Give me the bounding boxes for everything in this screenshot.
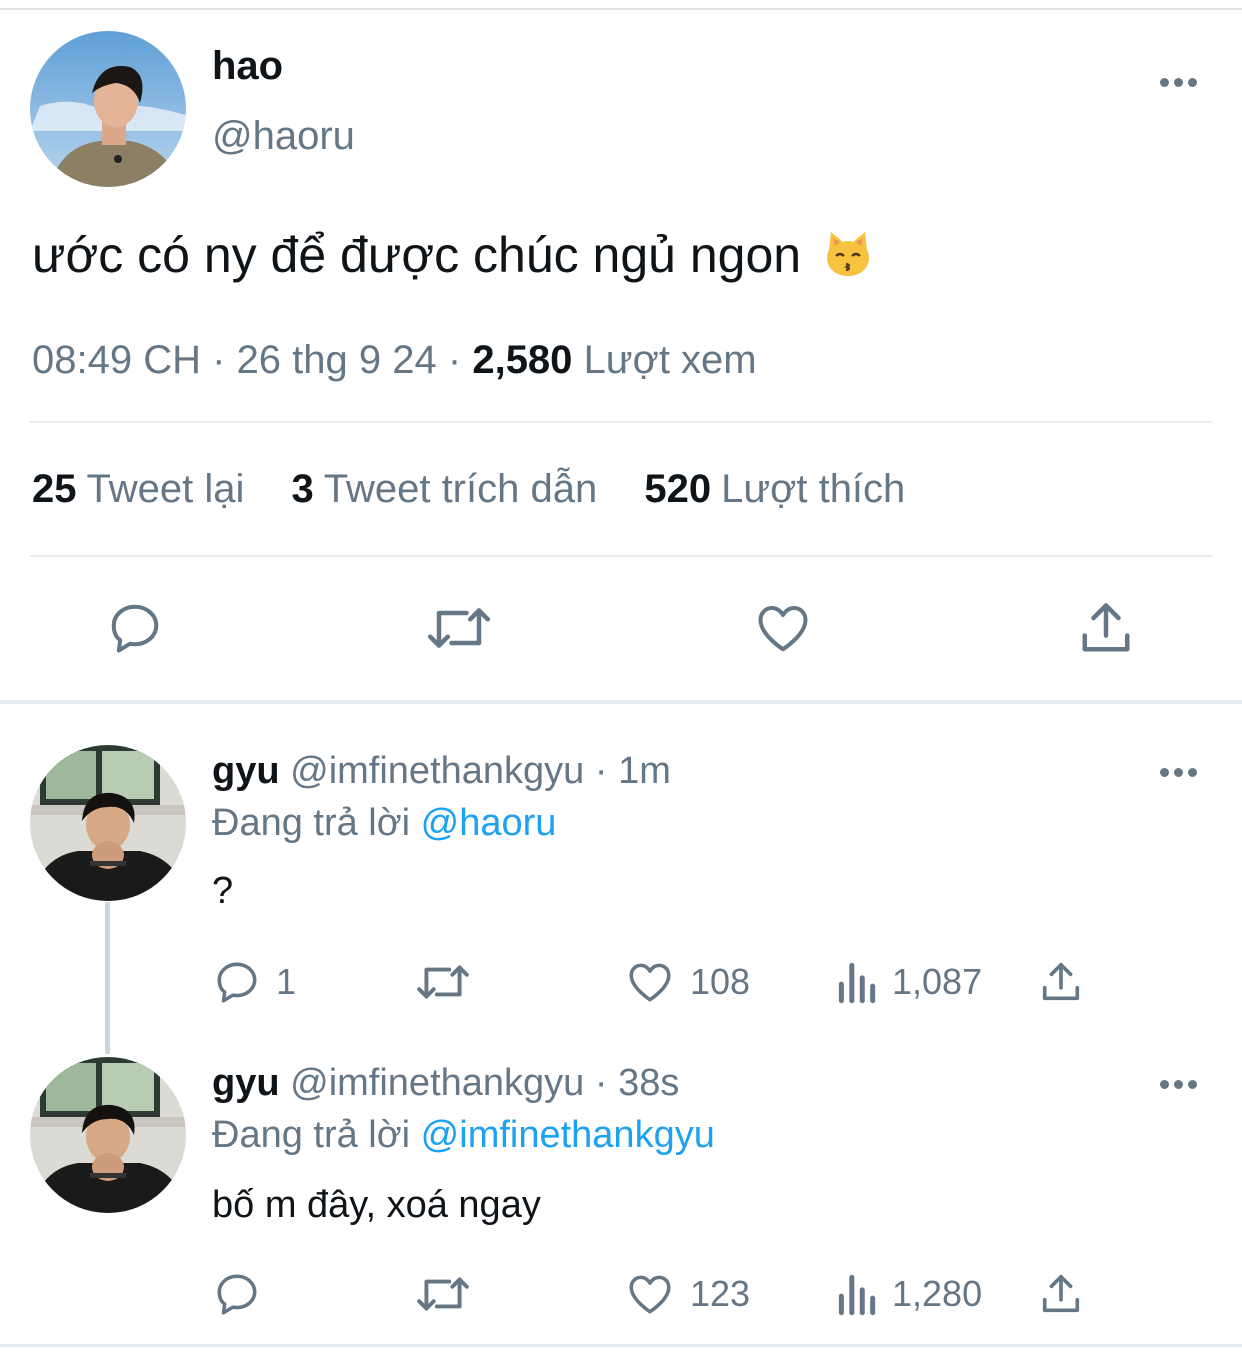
- view-count: 1,087: [892, 961, 983, 1002]
- avatar[interactable]: [30, 745, 186, 901]
- share-button[interactable]: [1038, 1269, 1084, 1319]
- reply-count: 1: [276, 961, 297, 1002]
- display-name[interactable]: hao: [212, 44, 283, 89]
- avatar[interactable]: [30, 1057, 186, 1213]
- user-handle[interactable]: @imfinethankgyu: [290, 750, 584, 792]
- reply-icon: [217, 1274, 257, 1315]
- heart-icon: [629, 963, 671, 1002]
- main-tweet: hao @haoru ước có ny để được chúc ngủ ng…: [0, 0, 1242, 704]
- reply-button[interactable]: [104, 598, 166, 663]
- more-options-icon[interactable]: [1160, 765, 1200, 779]
- like-button[interactable]: 123: [624, 1269, 750, 1319]
- meta-separator: ·: [447, 338, 462, 382]
- section-separator: [0, 700, 1242, 704]
- more-options-icon[interactable]: [1160, 1077, 1200, 1091]
- share-icon: [1042, 962, 1080, 1001]
- views-button[interactable]: 1,087: [834, 957, 982, 1007]
- user-handle[interactable]: @haoru: [212, 114, 355, 159]
- display-name[interactable]: gyu: [212, 750, 280, 792]
- mention-link[interactable]: @haoru: [421, 802, 557, 844]
- reply-text: ?: [212, 870, 234, 912]
- retweets-stat[interactable]: 25 Tweet lại: [32, 467, 244, 512]
- retweet-icon: [417, 965, 469, 999]
- tweet-date[interactable]: 26 thg 9 24: [237, 338, 437, 382]
- tweet-text: ước có ny để được chúc ngủ ngon: [32, 226, 873, 290]
- divider: [30, 555, 1212, 557]
- divider: [30, 421, 1212, 423]
- views-count: 2,580: [472, 338, 573, 382]
- reply-button[interactable]: 1: [212, 957, 296, 1007]
- retweet-icon: [428, 608, 490, 648]
- retweet-button[interactable]: [414, 957, 472, 1007]
- share-button[interactable]: [1076, 598, 1136, 663]
- avatar-photo: [30, 1057, 186, 1213]
- like-count: 123: [690, 1273, 751, 1314]
- meta-separator: ·: [594, 750, 608, 792]
- like-button[interactable]: [752, 598, 814, 663]
- replying-label: Đang trả lời: [212, 802, 411, 844]
- meta-separator: ·: [212, 338, 226, 382]
- quotes-count: 3: [291, 467, 314, 511]
- retweets-label: Tweet lại: [86, 467, 245, 511]
- likes-stat[interactable]: 520 Lượt thích: [644, 467, 905, 512]
- reply-text: bố m đây, xoá ngay: [212, 1184, 541, 1226]
- mention-link[interactable]: @imfinethankgyu: [421, 1114, 715, 1156]
- tweet-text-content: ước có ny để được chúc ngủ ngon: [32, 227, 802, 283]
- reply-header: gyu @imfinethankgyu · 38s: [212, 1062, 679, 1105]
- like-count: 108: [690, 961, 751, 1002]
- tweet-time[interactable]: 08:49 CH: [32, 338, 201, 382]
- thread-line: [105, 902, 110, 1054]
- avatar-photo: [30, 31, 186, 187]
- meta-separator: ·: [594, 1062, 608, 1104]
- likes-label: Lượt thích: [721, 467, 906, 511]
- analytics-bars-icon: [838, 1274, 876, 1316]
- quotes-label: Tweet trích dẫn: [323, 467, 598, 511]
- replying-to: Đang trả lời @imfinethankgyu: [212, 1114, 715, 1157]
- views-button[interactable]: 1,280: [834, 1269, 982, 1319]
- quotes-stat[interactable]: 3 Tweet trích dẫn: [291, 467, 597, 512]
- like-button[interactable]: 108: [624, 957, 750, 1007]
- engagement-stats: 25 Tweet lại 3 Tweet trích dẫn 520 Lượt thí…: [32, 467, 941, 512]
- user-handle[interactable]: @imfinethankgyu: [290, 1062, 584, 1104]
- replying-to: Đang trả lời @haoru: [212, 802, 556, 845]
- retweets-count: 25: [32, 467, 77, 511]
- avatar[interactable]: [30, 31, 186, 187]
- replying-label: Đang trả lời: [212, 1114, 411, 1156]
- heart-icon: [629, 1275, 671, 1314]
- reply-time[interactable]: 1m: [618, 750, 671, 792]
- heart-icon: [758, 606, 808, 652]
- retweet-button[interactable]: [414, 1269, 472, 1319]
- retweet-icon: [417, 1277, 469, 1311]
- display-name[interactable]: gyu: [212, 1062, 280, 1104]
- likes-count: 520: [644, 467, 712, 511]
- avatar-photo: [30, 745, 186, 901]
- more-options-icon[interactable]: [1160, 75, 1200, 89]
- tweet-meta: 08:49 CH · 26 thg 9 24 · 2,580 Lượt xem: [32, 338, 757, 383]
- reply-header: gyu @imfinethankgyu · 1m: [212, 750, 671, 793]
- reply-time[interactable]: 38s: [618, 1062, 679, 1104]
- share-icon: [1042, 1274, 1080, 1313]
- reply-icon: [111, 604, 159, 653]
- bottom-divider: [0, 1344, 1242, 1347]
- retweet-button[interactable]: [424, 598, 494, 663]
- reply-icon: [217, 962, 257, 1003]
- analytics-bars-icon: [838, 962, 876, 1004]
- view-count: 1,280: [892, 1273, 983, 1314]
- share-icon: [1082, 603, 1130, 652]
- kissing-cat-emoji-icon: [823, 228, 873, 290]
- reply-button[interactable]: [212, 1269, 262, 1319]
- views-label: Lượt xem: [583, 338, 757, 382]
- share-button[interactable]: [1038, 957, 1084, 1007]
